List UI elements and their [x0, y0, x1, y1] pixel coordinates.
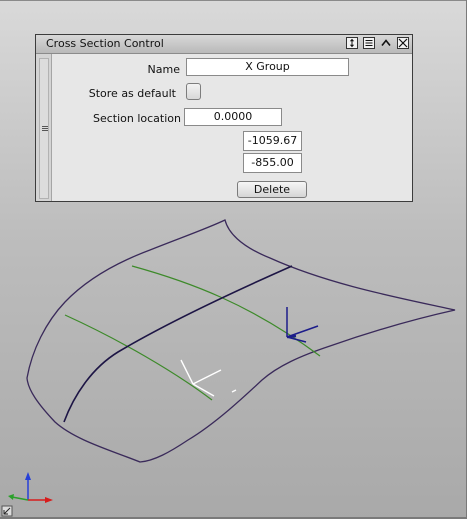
store-as-default-checkbox[interactable] — [186, 83, 201, 100]
surface-outline[interactable] — [26, 219, 456, 463]
section-curve[interactable] — [64, 314, 213, 401]
section-location-label: Section location — [92, 112, 181, 125]
cross-section-control-window[interactable]: Cross Section Control Name X Group Store… — [35, 34, 413, 202]
grip-icon — [42, 130, 48, 131]
section-manipulator-dark[interactable] — [286, 307, 319, 343]
coordinate-field-2[interactable]: -855.00 — [243, 153, 302, 173]
panel-drag-handle[interactable] — [36, 54, 52, 201]
name-field[interactable]: X Group — [186, 58, 349, 76]
window-title: Cross Section Control — [46, 37, 164, 50]
panel-drag-handle-track — [39, 58, 49, 199]
store-as-default-label: Store as default — [88, 87, 176, 100]
name-label: Name — [147, 63, 180, 76]
collapse-icon[interactable] — [380, 37, 392, 49]
coordinate-field-1[interactable]: -1059.67 — [243, 131, 302, 151]
menu-icon[interactable] — [363, 37, 375, 49]
xyz-axis-triad-icon — [8, 472, 53, 503]
section-manipulator-white[interactable] — [180, 359, 237, 397]
delete-button[interactable]: Delete — [237, 181, 307, 198]
resize-vertical-icon[interactable] — [346, 37, 358, 49]
section-location-field[interactable]: 0.0000 — [184, 108, 282, 126]
grip-icon — [42, 128, 48, 129]
window-titlebar[interactable]: Cross Section Control — [36, 35, 412, 54]
isoparm-curve[interactable] — [63, 265, 293, 423]
close-icon[interactable] — [397, 37, 409, 49]
grip-icon — [42, 126, 48, 127]
section-curve[interactable] — [131, 265, 321, 357]
viewport-resize-corner-icon[interactable] — [1, 505, 13, 517]
